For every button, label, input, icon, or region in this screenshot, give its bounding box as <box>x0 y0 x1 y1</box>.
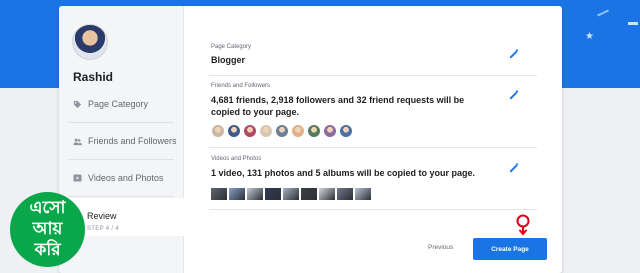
divider <box>209 75 537 76</box>
sidebar-item-friends[interactable]: Friends and Followers <box>59 127 184 155</box>
friends-label: Friends and Followers <box>211 83 271 89</box>
category-label: Page Category <box>211 44 252 50</box>
media-thumbnail <box>229 188 245 200</box>
media-thumbnail <box>283 188 299 200</box>
category-value: Blogger <box>211 55 246 65</box>
media-thumbnail <box>337 188 353 200</box>
media-label: Videos and Photos <box>211 156 262 162</box>
friend-avatar <box>275 124 289 138</box>
sidebar-item-label: Review <box>87 211 117 221</box>
media-thumbnail <box>211 188 227 200</box>
friend-avatar <box>291 124 305 138</box>
previous-button[interactable]: Previous <box>428 244 453 251</box>
pencil-icon <box>509 162 519 172</box>
brand-logo: এসো আয় করি <box>10 192 85 267</box>
divider <box>69 122 174 123</box>
media-thumbnail <box>355 188 371 200</box>
sidebar-item-label: Page Category <box>88 99 149 109</box>
logo-text: করি <box>34 240 61 260</box>
divider <box>69 196 174 197</box>
tag-icon <box>73 100 82 109</box>
sidebar-item-label: Friends and Followers <box>88 136 177 146</box>
edit-friends-button[interactable] <box>507 87 521 101</box>
review-panel: Page Category Blogger Friends and Follow… <box>199 6 552 273</box>
divider <box>69 159 174 160</box>
media-thumbnail <box>319 188 335 200</box>
step-indicator: STEP 4 / 4 <box>87 226 119 232</box>
click-indicator-icon <box>516 214 530 236</box>
media-thumbnail <box>247 188 263 200</box>
avatar <box>72 24 108 60</box>
pencil-icon <box>509 48 519 58</box>
sidebar-item-videos[interactable]: Videos and Photos <box>59 164 184 192</box>
friend-avatar <box>259 124 273 138</box>
media-summary: 1 video, 131 photos and 5 albums will be… <box>211 168 476 178</box>
people-icon <box>73 137 82 146</box>
video-icon <box>73 174 82 183</box>
friend-avatar <box>211 124 225 138</box>
decoration-stroke <box>597 9 609 17</box>
media-thumbnail <box>301 188 317 200</box>
friend-avatars <box>211 124 353 138</box>
star-icon: ★ <box>585 31 594 42</box>
logo-text: আয় <box>32 219 63 239</box>
divider <box>209 209 537 210</box>
friend-avatar <box>339 124 353 138</box>
friend-avatar <box>307 124 321 138</box>
create-page-card: Rashid Page Category Friends and Followe… <box>59 6 562 273</box>
friends-summary: 4,681 friends, 2,918 followers and 32 fr… <box>211 95 465 117</box>
divider <box>209 147 537 148</box>
pencil-icon <box>509 89 519 99</box>
friend-avatar <box>243 124 257 138</box>
edit-category-button[interactable] <box>507 46 521 60</box>
profile-name: Rashid <box>73 70 114 84</box>
friend-avatar <box>227 124 241 138</box>
edit-media-button[interactable] <box>507 160 521 174</box>
friend-avatar <box>323 124 337 138</box>
logo-text: এসো <box>29 198 66 218</box>
media-thumbnail <box>265 188 281 200</box>
create-page-button[interactable]: Create Page <box>473 238 547 260</box>
decoration-stroke <box>628 22 638 25</box>
media-thumbnails <box>211 188 371 200</box>
sidebar-item-label: Videos and Photos <box>88 173 164 183</box>
sidebar-item-page-category[interactable]: Page Category <box>59 90 184 118</box>
